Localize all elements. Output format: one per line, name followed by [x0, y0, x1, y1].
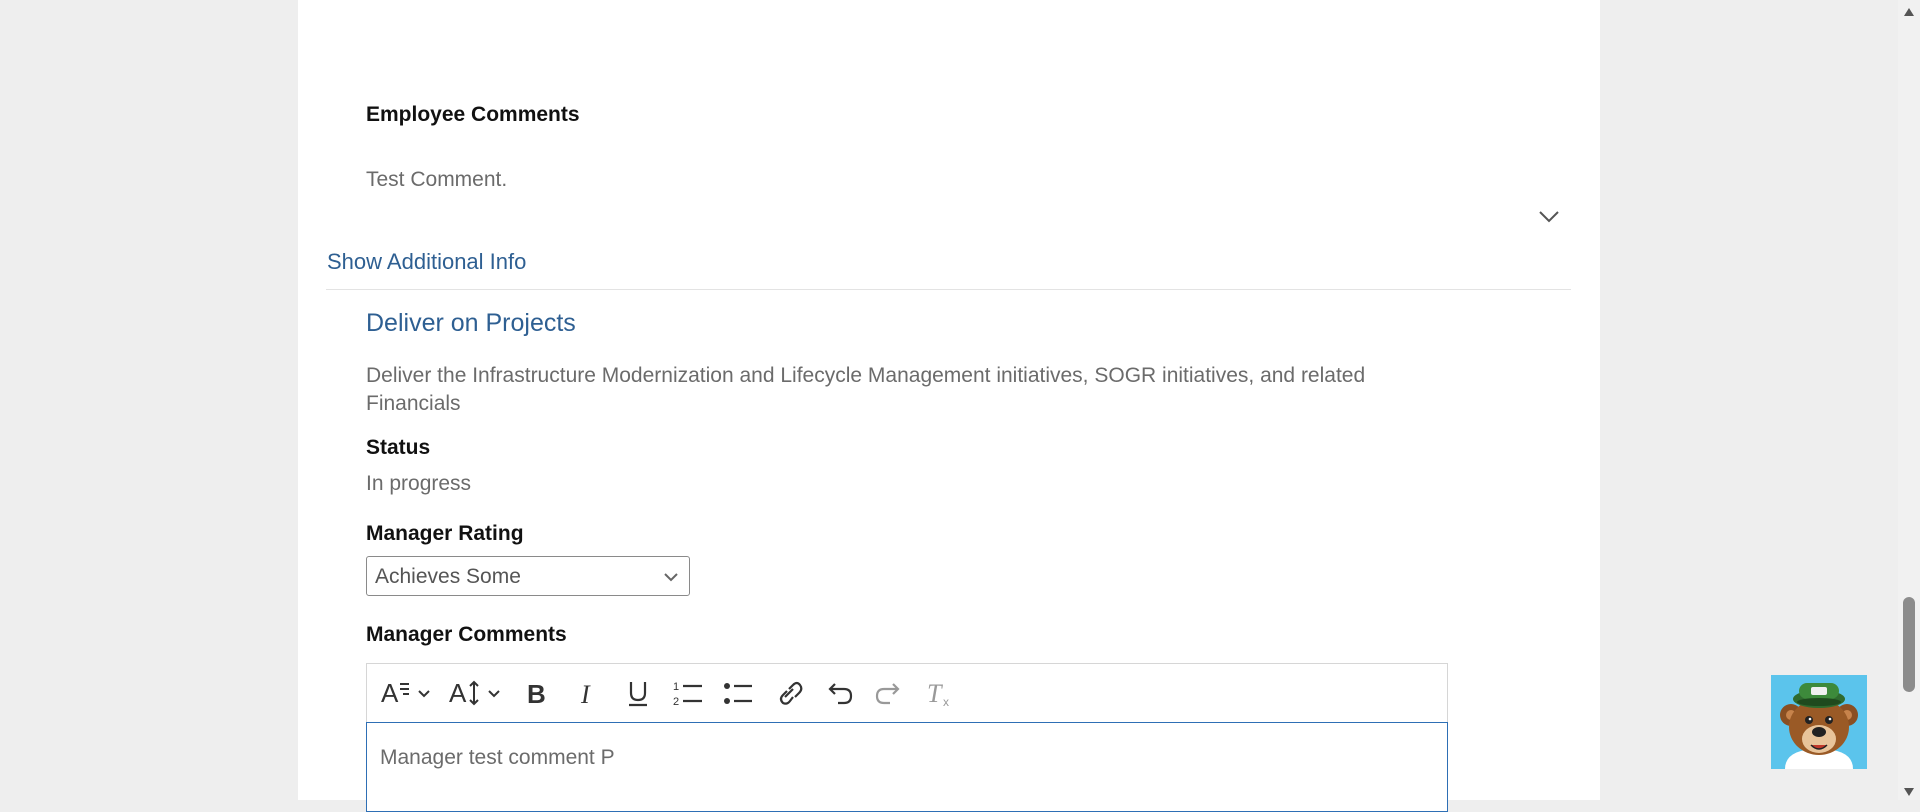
bear-assistant-icon[interactable] — [1771, 675, 1867, 769]
svg-text:x: x — [943, 695, 949, 708]
chevron-down-icon — [663, 570, 679, 588]
svg-text:A: A — [381, 678, 399, 708]
underline-icon[interactable] — [620, 676, 656, 710]
numbered-list-icon[interactable]: 1 2 — [670, 676, 706, 710]
svg-text:B: B — [527, 679, 546, 708]
italic-icon[interactable]: I — [569, 676, 605, 710]
svg-text:2: 2 — [673, 696, 679, 708]
manager-comments-label: Manager Comments — [366, 623, 567, 646]
undo-icon[interactable] — [821, 676, 857, 710]
scroll-thumb[interactable] — [1903, 597, 1915, 692]
manager-comments-text: Manager test comment P — [380, 746, 615, 769]
svg-text:I: I — [580, 680, 591, 708]
manager-rating-label: Manager Rating — [366, 522, 524, 545]
svg-text:A: A — [449, 678, 467, 708]
goal-description-line1: Deliver the Infrastructure Modernization… — [366, 364, 1366, 387]
bold-icon[interactable]: B — [518, 676, 554, 710]
section-divider — [326, 289, 1571, 290]
employee-comments-text: Test Comment. — [366, 168, 508, 191]
status-label: Status — [366, 436, 431, 459]
link-icon[interactable] — [771, 676, 807, 710]
scrollbar[interactable] — [1898, 0, 1920, 800]
font-style-icon[interactable]: A — [379, 676, 437, 710]
manager-rating-select[interactable]: Achieves Some — [366, 556, 690, 596]
manager-comments-editor[interactable]: Manager test comment P — [366, 722, 1448, 812]
bullet-list-icon[interactable] — [720, 676, 756, 710]
goal-title: Deliver on Projects — [366, 309, 576, 337]
chevron-down-icon[interactable] — [1538, 210, 1560, 229]
redo-icon[interactable] — [871, 676, 907, 710]
status-value: In progress — [366, 472, 472, 495]
editor-toolbar: A A B I 1 2 T x — [366, 663, 1448, 722]
show-additional-info-link[interactable]: Show Additional Info — [327, 249, 526, 275]
svg-text:T: T — [927, 679, 943, 708]
font-size-icon[interactable]: A — [447, 676, 507, 710]
employee-comments-label: Employee Comments — [366, 103, 580, 126]
goal-description-line2: Financials — [366, 392, 461, 415]
clear-format-icon[interactable]: T x — [922, 676, 958, 710]
scroll-up-icon[interactable] — [1903, 4, 1915, 22]
manager-rating-value: Achieves Some — [375, 565, 521, 588]
svg-text:1: 1 — [673, 681, 679, 693]
scroll-down-icon[interactable] — [1903, 784, 1915, 802]
